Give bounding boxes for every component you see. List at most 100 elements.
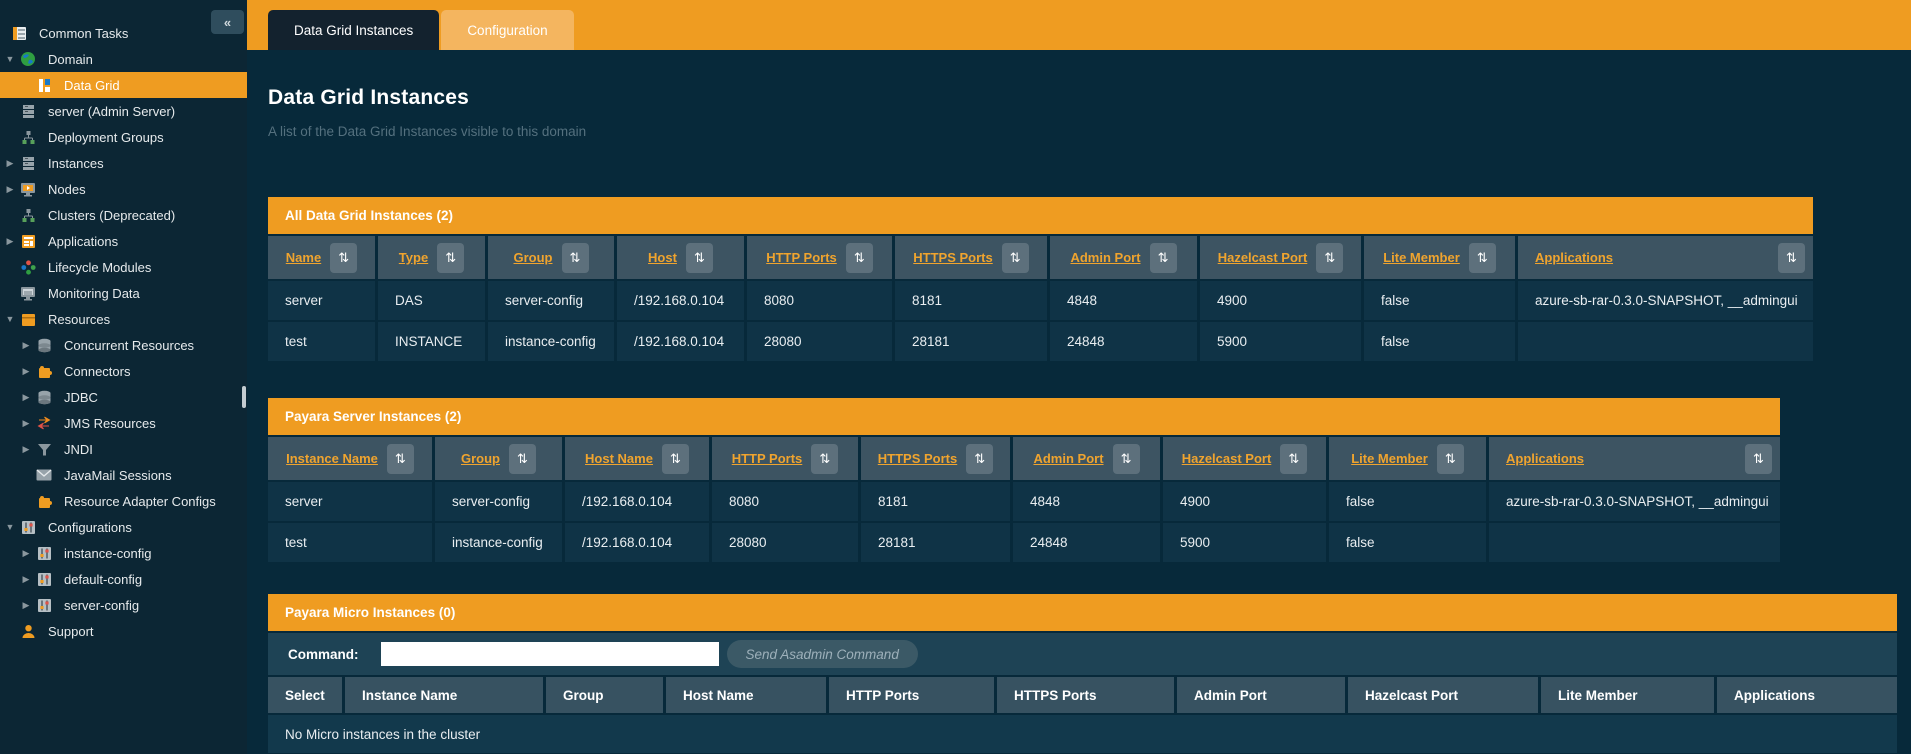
sidebar-item-default-config[interactable]: default-config [0, 566, 247, 592]
sidebar-item-label: server (Admin Server) [48, 104, 175, 119]
column-sort-link[interactable]: Applications [1535, 250, 1613, 265]
column-sort-link[interactable]: Lite Member [1383, 250, 1460, 265]
collapsed-arrow-icon[interactable] [20, 418, 32, 429]
sort-icon[interactable] [1745, 444, 1772, 474]
column-sort-link[interactable]: HTTP Ports [766, 250, 837, 265]
sidebar-item-jms-resources[interactable]: JMS Resources [0, 410, 247, 436]
sort-icon[interactable] [1113, 444, 1140, 474]
cell-admin-port: 4848 [1013, 482, 1163, 521]
column-sort-link[interactable]: Hazelcast Port [1182, 451, 1272, 466]
sidebar-item-label: JDBC [64, 390, 98, 405]
sidebar-item-support[interactable]: Support [0, 618, 247, 644]
sidebar-item-applications[interactable]: Applications [0, 228, 247, 254]
sidebar-item-deployment-groups[interactable]: Deployment Groups [0, 124, 247, 150]
sidebar-item-configurations[interactable]: Configurations [0, 514, 247, 540]
sort-icon[interactable] [1150, 243, 1177, 273]
sidebar-item-nodes[interactable]: Nodes [0, 176, 247, 202]
sort-icon[interactable] [1778, 243, 1805, 273]
tab-bar: Data Grid Instances Configuration [247, 0, 1911, 50]
sidebar-item-domain[interactable]: Domain [0, 46, 247, 72]
sidebar-item-jdbc[interactable]: JDBC [0, 384, 247, 410]
sidebar-item-instances[interactable]: Instances [0, 150, 247, 176]
collapsed-arrow-icon[interactable] [4, 184, 16, 195]
column-sort-link[interactable]: Applications [1506, 451, 1584, 466]
collapsed-arrow-icon[interactable] [4, 236, 16, 247]
sidebar-item-concurrent-resources[interactable]: Concurrent Resources [0, 332, 247, 358]
sort-icon[interactable] [966, 444, 993, 474]
column-sort-link[interactable]: Host [648, 250, 677, 265]
command-bar: Command: Send Asadmin Command [268, 633, 1897, 675]
collapsed-arrow-icon[interactable] [20, 548, 32, 559]
sidebar-item-monitoring-data[interactable]: Monitoring Data [0, 280, 247, 306]
collapsed-arrow-icon[interactable] [20, 366, 32, 377]
sort-icon[interactable] [1437, 444, 1464, 474]
send-asadmin-command-button[interactable]: Send Asadmin Command [727, 640, 918, 668]
sidebar-item-data-grid[interactable]: Data Grid [0, 72, 247, 98]
sidebar-scrollbar-thumb[interactable] [242, 386, 246, 408]
tab-data-grid-instances[interactable]: Data Grid Instances [268, 10, 439, 50]
column-sort-link[interactable]: Hazelcast Port [1218, 250, 1308, 265]
column-sort-link[interactable]: Type [399, 250, 428, 265]
sidebar-item-server-config[interactable]: server-config [0, 592, 247, 618]
table-row: test instance-config /192.168.0.104 2808… [268, 523, 1780, 564]
sort-icon[interactable] [1280, 444, 1307, 474]
sort-icon[interactable] [1469, 243, 1496, 273]
sidebar-item-clusters[interactable]: Clusters (Deprecated) [0, 202, 247, 228]
column-header: Group [546, 677, 666, 713]
column-sort-link[interactable]: HTTPS Ports [878, 451, 957, 466]
cell-host-name: /192.168.0.104 [565, 482, 712, 521]
sidebar-item-instance-config[interactable]: instance-config [0, 540, 247, 566]
column-sort-link[interactable]: Admin Port [1070, 250, 1140, 265]
column-sort-link[interactable]: Instance Name [286, 451, 378, 466]
person-icon [20, 623, 36, 639]
collapsed-arrow-icon[interactable] [20, 600, 32, 611]
sidebar-item-resource-adapter-configs[interactable]: Resource Adapter Configs [0, 488, 247, 514]
sort-icon[interactable] [509, 444, 536, 474]
sidebar-item-jndi[interactable]: JNDI [0, 436, 247, 462]
sidebar-item-server-admin[interactable]: server (Admin Server) [0, 98, 247, 124]
cell-hazelcast-port: 5900 [1163, 523, 1329, 562]
column-sort-link[interactable]: Admin Port [1033, 451, 1103, 466]
column-sort-link[interactable]: Lite Member [1351, 451, 1428, 466]
collapsed-arrow-icon[interactable] [4, 158, 16, 169]
column-sort-link[interactable]: Host Name [585, 451, 653, 466]
sidebar-item-javamail-sessions[interactable]: JavaMail Sessions [0, 462, 247, 488]
puzzle-icon [36, 363, 52, 379]
cell-lite-member: false [1364, 322, 1518, 361]
collapsed-arrow-icon[interactable] [20, 574, 32, 585]
table-header-row: Name Type Group Host HTTP Ports HTTPS Po… [268, 236, 1813, 281]
command-input[interactable] [381, 642, 719, 666]
column-sort-link[interactable]: HTTP Ports [732, 451, 803, 466]
column-sort-link[interactable]: Group [461, 451, 500, 466]
sidebar-item-common-tasks[interactable]: Common Tasks [0, 20, 247, 46]
column-sort-link[interactable]: Name [286, 250, 321, 265]
sort-icon[interactable] [662, 444, 689, 474]
cell-group: instance-config [435, 523, 565, 562]
sidebar-item-label: Deployment Groups [48, 130, 164, 145]
sidebar-item-lifecycle-modules[interactable]: Lifecycle Modules [0, 254, 247, 280]
sidebar-item-connectors[interactable]: Connectors [0, 358, 247, 384]
sort-icon[interactable] [330, 243, 357, 273]
expanded-arrow-icon[interactable] [4, 314, 16, 324]
collapsed-arrow-icon[interactable] [20, 392, 32, 403]
cell-type: DAS [378, 281, 488, 320]
expanded-arrow-icon[interactable] [4, 522, 16, 532]
sort-icon[interactable] [1002, 243, 1029, 273]
collapsed-arrow-icon[interactable] [20, 340, 32, 351]
sort-icon[interactable] [437, 243, 464, 273]
sort-icon[interactable] [387, 444, 414, 474]
sidebar-item-resources[interactable]: Resources [0, 306, 247, 332]
sort-icon[interactable] [1316, 243, 1343, 273]
column-header: Host Name [666, 677, 829, 713]
column-sort-link[interactable]: Group [514, 250, 553, 265]
sort-icon[interactable] [846, 243, 873, 273]
sidebar-item-label: Data Grid [64, 78, 120, 93]
sort-icon[interactable] [562, 243, 589, 273]
tab-configuration[interactable]: Configuration [441, 10, 573, 50]
sort-icon[interactable] [811, 444, 838, 474]
sort-icon[interactable] [686, 243, 713, 273]
collapsed-arrow-icon[interactable] [20, 444, 32, 455]
sidebar-collapse-button[interactable]: « [211, 10, 244, 34]
expanded-arrow-icon[interactable] [4, 54, 16, 64]
column-sort-link[interactable]: HTTPS Ports [913, 250, 992, 265]
